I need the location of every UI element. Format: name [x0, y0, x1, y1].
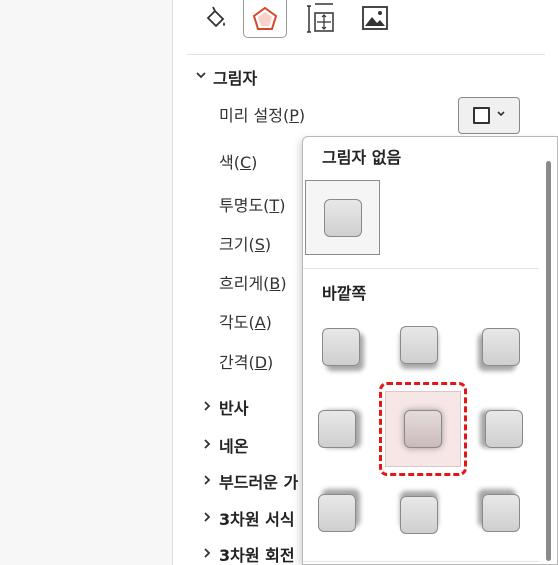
transparency-label: 투명도(T) [219, 196, 286, 215]
swatch-outer-bottom [400, 496, 438, 534]
chevron-right-icon [201, 436, 219, 458]
pentagon-icon [252, 6, 278, 30]
section-soft-edges-label: 부드러운 가 [219, 473, 299, 492]
chevron-right-icon [201, 545, 219, 565]
shadow-preset-gallery: 그림자 없음 바깥쪽 [302, 136, 558, 565]
section-glow[interactable]: 네온 [201, 436, 248, 458]
section-3d-rotation[interactable]: 3차원 회전 [201, 545, 295, 565]
section-3d-rotation-label: 3차원 회전 [219, 546, 295, 565]
blur-label: 흐리게(B) [219, 274, 287, 293]
preset-outer-right[interactable] [466, 391, 542, 467]
paint-bucket-icon [206, 6, 225, 28]
preset-outer-top-right[interactable] [463, 309, 539, 385]
preset-outer-bottom-left[interactable] [303, 475, 375, 551]
chevron-down-icon [195, 69, 213, 85]
section-3d-format[interactable]: 3차원 서식 [201, 509, 295, 531]
pane-tab-row [193, 0, 553, 40]
size-position-icon [307, 3, 334, 33]
tab-effects[interactable] [243, 0, 287, 38]
swatch-no-shadow [323, 198, 362, 237]
preset-outer-bottom[interactable] [381, 477, 457, 553]
section-reflection[interactable]: 반사 [201, 398, 248, 420]
size-label: 크기(S) [219, 235, 272, 254]
distance-label: 간격(D) [219, 353, 274, 372]
chevron-right-icon [201, 398, 219, 420]
swatch-outer-top [400, 326, 438, 364]
section-3d-format-label: 3차원 서식 [219, 510, 295, 529]
gallery-scrollbar[interactable] [546, 161, 551, 561]
swatch-outer-top-left [322, 328, 360, 366]
tab-fill-line[interactable] [193, 0, 237, 38]
swatch-outer-left [318, 410, 356, 448]
tab-picture[interactable] [353, 0, 397, 38]
section-reflection-label: 반사 [219, 399, 249, 418]
shadow-preset-dropdown[interactable] [458, 97, 520, 134]
chevron-right-icon [201, 472, 219, 494]
document-canvas [0, 0, 172, 565]
swatch-outer-bottom-right [482, 494, 520, 532]
tab-divider [187, 54, 545, 55]
tab-size-properties[interactable] [299, 0, 343, 38]
shadow-section-header[interactable]: 그림자 [195, 66, 257, 88]
swatch-outer-top-right [482, 328, 520, 366]
color-label: 색(C) [219, 153, 258, 172]
section-glow-label: 네온 [219, 437, 249, 456]
no-shadow-heading: 그림자 없음 [322, 148, 402, 167]
preset-outer-left[interactable] [303, 391, 375, 467]
swatch-outer-bottom-left [318, 494, 356, 532]
preset-outer-bottom-right[interactable] [463, 475, 539, 551]
gallery-divider [303, 268, 539, 269]
shadow-section-title: 그림자 [213, 69, 258, 88]
section-soft-edges[interactable]: 부드러운 가 [201, 472, 298, 494]
selection-highlight [379, 382, 467, 476]
preset-label: 미리 설정(P) [219, 106, 306, 125]
preset-no-shadow[interactable] [305, 180, 380, 255]
preset-outer-top-left[interactable] [303, 309, 379, 385]
outer-heading: 바깥쪽 [322, 284, 367, 303]
angle-label: 각도(A) [219, 313, 272, 332]
chevron-down-icon [496, 109, 506, 122]
gallery-divider-bottom [303, 561, 539, 562]
chevron-right-icon [201, 509, 219, 531]
square-icon [472, 107, 490, 124]
swatch-outer-right [485, 410, 523, 448]
picture-icon [362, 6, 388, 30]
preset-outer-top[interactable] [381, 307, 457, 383]
